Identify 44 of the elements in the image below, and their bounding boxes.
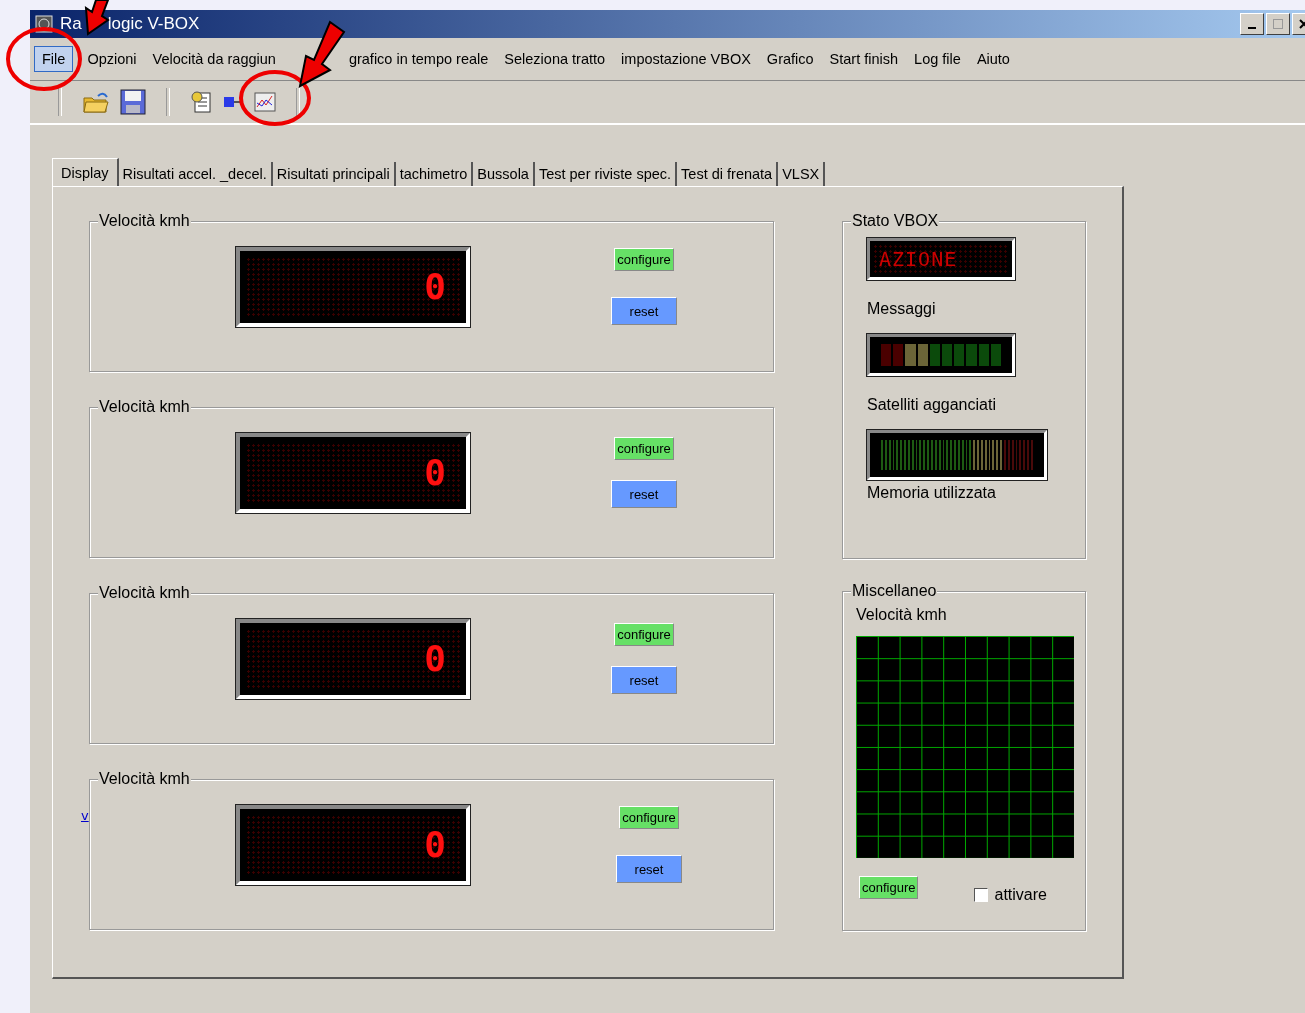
- maximize-icon: [1272, 18, 1284, 30]
- menu-item[interactable]: Velocità da raggiun: [144, 46, 341, 72]
- window-title: logic V-BOX: [107, 14, 200, 34]
- reset-button[interactable]: reset: [616, 855, 682, 883]
- save-icon[interactable]: [120, 89, 146, 115]
- menu-item[interactable]: File: [34, 46, 74, 72]
- annotation-arrow: [298, 20, 346, 88]
- menu-item[interactable]: Log file: [906, 46, 969, 72]
- minimize-icon: [1248, 27, 1256, 29]
- led-reading: 0: [424, 826, 446, 863]
- checkbox[interactable]: attivare: [974, 886, 1047, 904]
- led-reading: 0: [424, 268, 446, 305]
- display-label: Messaggi: [867, 300, 936, 318]
- menu-item[interactable]: Start finish: [821, 46, 907, 72]
- configure-button[interactable]: configure: [614, 437, 674, 460]
- led-message: AZIONE: [878, 247, 958, 271]
- led-reading: 0: [424, 640, 446, 677]
- chart-icon[interactable]: [254, 92, 276, 112]
- minimize-button[interactable]: [1240, 13, 1264, 35]
- menu-item[interactable]: Grafico: [758, 46, 822, 72]
- reset-button[interactable]: reset: [611, 297, 677, 325]
- maximize-button[interactable]: [1266, 13, 1290, 35]
- display-label: Satelliti agganciati: [867, 396, 996, 414]
- reset-button[interactable]: reset: [611, 480, 677, 508]
- annotation-arrow: [84, 0, 110, 36]
- open-folder-icon[interactable]: [82, 90, 110, 114]
- reset-button[interactable]: reset: [611, 666, 677, 694]
- menu-item[interactable]: grafico in tempo reale: [340, 46, 497, 72]
- document-icon[interactable]: [190, 90, 212, 114]
- configure-button[interactable]: configure: [614, 623, 674, 646]
- tab[interactable]: Display: [52, 158, 119, 186]
- annotation-circle: [239, 70, 311, 126]
- configure-button[interactable]: configure: [619, 806, 679, 829]
- menu-item[interactable]: Opzioni: [79, 46, 145, 72]
- configure-button[interactable]: configure: [614, 248, 674, 271]
- link[interactable]: v: [81, 808, 89, 823]
- menu-item[interactable]: impostazione VBOX: [613, 46, 759, 72]
- chart-title: Velocità kmh: [856, 606, 948, 624]
- menu-item[interactable]: Seleziona tratto: [496, 46, 614, 72]
- display-label: Memoria utilizzata: [867, 484, 996, 502]
- window-title: Ra: [60, 14, 82, 34]
- configure-button[interactable]: configure: [859, 875, 919, 899]
- led-reading: 0: [424, 454, 446, 491]
- menu-item[interactable]: Aiuto: [968, 46, 1018, 72]
